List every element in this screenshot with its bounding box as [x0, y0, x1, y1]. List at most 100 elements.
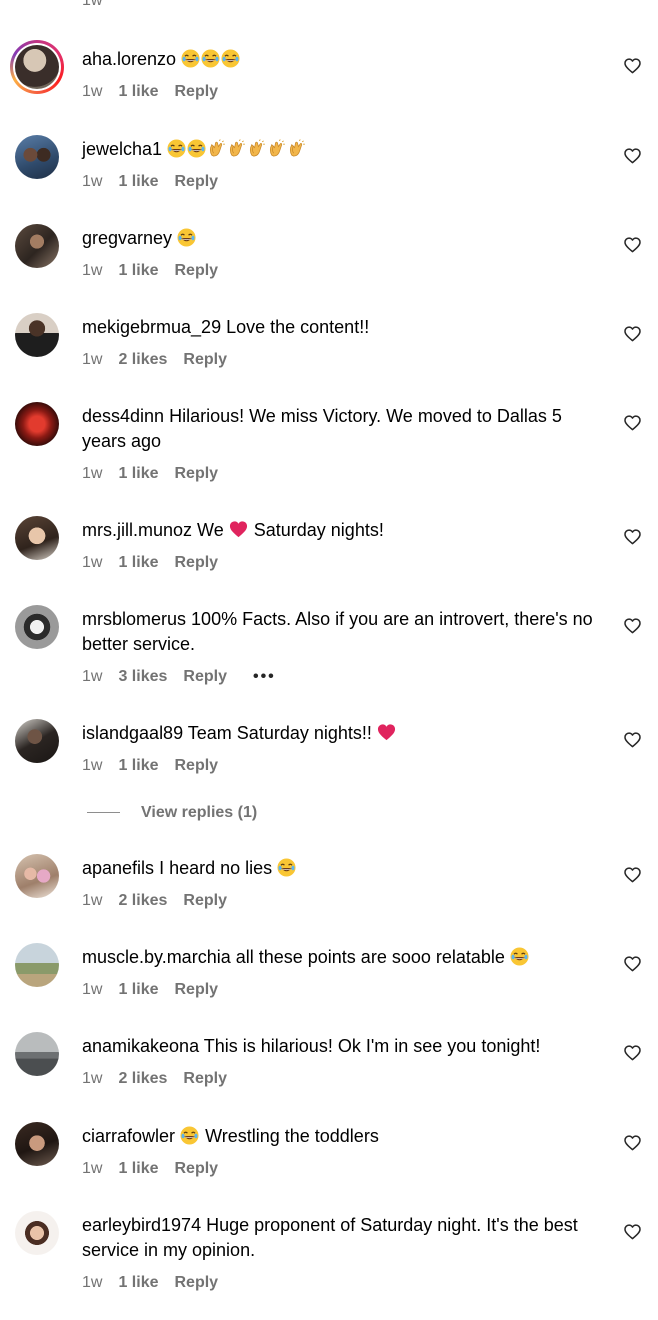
comment-meta: 1w 1 like Reply	[82, 172, 234, 192]
reply-button[interactable]: Reply	[183, 351, 227, 368]
comment-time: 1w	[82, 1070, 103, 1087]
comment-meta: 1w 1 like Reply	[82, 261, 234, 281]
comment-likes[interactable]: 1 like	[118, 262, 158, 279]
comment-body: Team Saturday nights!!	[187, 723, 372, 743]
comment-username[interactable]: aha.lorenzo	[82, 49, 176, 69]
reply-button[interactable]: Reply	[174, 465, 218, 482]
comment-likes[interactable]: 1 like	[118, 83, 158, 100]
comment-text: aha.lorenzo	[82, 47, 607, 72]
avatar[interactable]	[15, 1122, 59, 1166]
comment-likes[interactable]: 2 likes	[118, 351, 167, 368]
avatar[interactable]	[15, 943, 59, 987]
heart-icon[interactable]	[624, 1224, 641, 1240]
comment-time: 1w	[82, 1160, 103, 1177]
comment-text: dess4dinn Hilarious! We miss Victory. We…	[82, 404, 607, 454]
avatar[interactable]	[15, 1211, 59, 1255]
heart-icon[interactable]	[624, 237, 641, 253]
comment-username[interactable]: islandgaal89	[82, 723, 183, 743]
comment-likes[interactable]: 1 like	[118, 1160, 158, 1177]
avatar[interactable]	[15, 854, 59, 898]
comment-meta: 1w 1 like Reply	[82, 1159, 234, 1179]
heart-icon[interactable]	[624, 867, 641, 883]
comment-likes[interactable]: 1 like	[118, 554, 158, 571]
comment-body: I heard no lies	[159, 858, 273, 878]
heart-icon[interactable]	[624, 148, 641, 164]
reply-button[interactable]: Reply	[174, 1160, 218, 1177]
comment-meta: 1w 1 like Reply	[82, 82, 234, 102]
more-options-button[interactable]: •••	[253, 667, 276, 687]
comment-username[interactable]: anamikakeona	[82, 1036, 199, 1056]
view-replies-button[interactable]: View replies (1)	[87, 803, 257, 823]
comment-username[interactable]: apanefils	[82, 858, 154, 878]
comment-text: anamikakeona This is hilarious! Ok I'm i…	[82, 1034, 607, 1059]
reply-button[interactable]: Reply	[183, 892, 227, 909]
comment-meta: 1w 2 likes Reply	[82, 1069, 243, 1089]
comment-username[interactable]: gregvarney	[82, 228, 172, 248]
comment-likes[interactable]: 1 like	[118, 1274, 158, 1291]
comment-likes[interactable]: 1 like	[118, 981, 158, 998]
avatar[interactable]	[15, 516, 59, 560]
heart-icon[interactable]	[624, 618, 641, 634]
clapping-hands-icon	[207, 139, 226, 158]
heart-icon[interactable]	[624, 326, 641, 342]
reply-button[interactable]: Reply	[174, 262, 218, 279]
clapping-hands-icon	[267, 139, 286, 158]
comment-likes[interactable]: 1 like	[118, 173, 158, 190]
avatar[interactable]	[15, 402, 59, 446]
reply-button[interactable]: Reply	[174, 83, 218, 100]
avatar[interactable]	[15, 1032, 59, 1076]
comment-likes[interactable]: 2 likes	[118, 892, 167, 909]
reply-button[interactable]: Reply	[183, 668, 227, 685]
comment-likes[interactable]: 1 like	[118, 465, 158, 482]
avatar[interactable]	[15, 719, 59, 763]
comment-likes[interactable]: 2 likes	[118, 1070, 167, 1087]
red-heart-emoji-icon	[377, 723, 396, 742]
laughing-emoji-icon	[177, 228, 196, 247]
comment-time: 1w	[82, 173, 103, 190]
comment-likes[interactable]: 3 likes	[118, 668, 167, 685]
red-heart-emoji-icon	[229, 520, 248, 539]
heart-icon[interactable]	[624, 1045, 641, 1061]
replies-divider-line	[87, 812, 120, 814]
reply-button[interactable]: Reply	[183, 1070, 227, 1087]
comment-text: gregvarney	[82, 226, 607, 251]
heart-icon[interactable]	[624, 415, 641, 431]
comment-body-start: We	[197, 520, 224, 540]
heart-icon[interactable]	[624, 1135, 641, 1151]
comment-meta: 1w 1 like Reply	[82, 464, 234, 484]
comment-likes[interactable]: 1 like	[118, 757, 158, 774]
comment-username[interactable]: dess4dinn	[82, 406, 164, 426]
heart-icon[interactable]	[624, 529, 641, 545]
comment-username[interactable]: mrsblomerus	[82, 609, 186, 629]
reply-button[interactable]: Reply	[174, 554, 218, 571]
heart-icon[interactable]	[624, 732, 641, 748]
comment-time: 1w	[82, 1274, 103, 1291]
reply-button[interactable]: Reply	[174, 981, 218, 998]
reply-button[interactable]: Reply	[174, 1274, 218, 1291]
laughing-emoji-icon	[181, 49, 200, 68]
laughing-emoji-icon	[221, 49, 240, 68]
comment-meta: 1w 3 likes Reply •••	[82, 667, 292, 687]
comment-text: muscle.by.marchia all these points are s…	[82, 945, 607, 970]
comment-username[interactable]: mrs.jill.munoz	[82, 520, 192, 540]
heart-icon[interactable]	[624, 58, 641, 74]
comment-text: islandgaal89 Team Saturday nights!!	[82, 721, 607, 746]
reply-button[interactable]: Reply	[174, 757, 218, 774]
reply-button[interactable]: Reply	[174, 173, 218, 190]
comment-username[interactable]: muscle.by.marchia	[82, 947, 231, 967]
avatar[interactable]	[10, 40, 64, 94]
heart-icon[interactable]	[624, 956, 641, 972]
avatar[interactable]	[15, 313, 59, 357]
comment-time: 1w	[82, 262, 103, 279]
comment-username[interactable]: earleybird1974	[82, 1215, 201, 1235]
avatar[interactable]	[15, 224, 59, 268]
avatar[interactable]	[15, 135, 59, 179]
comment-username[interactable]: mekigebrmua_29	[82, 317, 221, 337]
avatar[interactable]	[15, 605, 59, 649]
clapping-hands-icon	[227, 139, 246, 158]
comment-username[interactable]: ciarrafowler	[82, 1126, 175, 1146]
comment-text: mrs.jill.munoz We Saturday nights!	[82, 518, 607, 543]
comment-text: mekigebrmua_29 Love the content!!	[82, 315, 607, 340]
comment-username[interactable]: jewelcha1	[82, 139, 162, 159]
comment-time: 1w	[82, 668, 103, 685]
